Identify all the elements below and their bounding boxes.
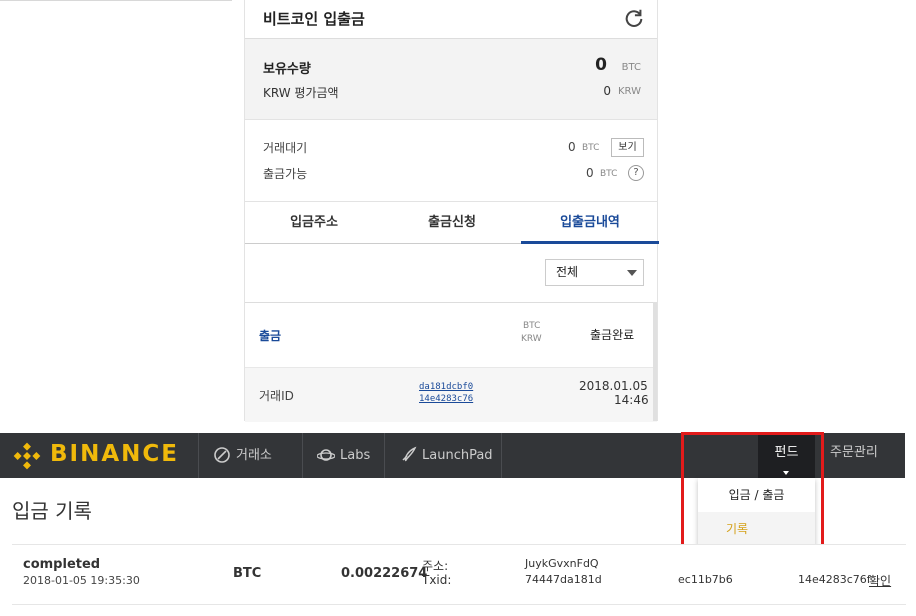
krw-label: KRW 평가금액	[263, 86, 339, 100]
txid-link-line2[interactable]: 14e4283c76	[419, 394, 483, 404]
history-detail-row: 거래ID da181dcbf0 14e4283c76 2018.01.05 14…	[245, 368, 657, 422]
history-time: 14:46	[614, 393, 649, 407]
scrollbar[interactable]	[653, 302, 657, 421]
nav-labs-label: Labs	[340, 448, 371, 463]
page-title: 입금 기록	[12, 499, 92, 523]
krw-value: 0	[603, 84, 611, 98]
available-unit: BTC	[600, 169, 618, 179]
nav-launchpad-label: LaunchPad	[422, 448, 493, 463]
deposit-coin: BTC	[233, 566, 262, 581]
filter-select[interactable]: 전체	[545, 259, 644, 286]
exchange-icon	[214, 447, 230, 463]
deposit-datetime: 2018-01-05 19:35:30	[23, 574, 140, 587]
highlight-box	[681, 432, 824, 557]
refresh-icon[interactable]	[623, 7, 645, 29]
view-button[interactable]: 보기	[611, 138, 644, 157]
confirm-link[interactable]: 확인	[869, 572, 891, 589]
panel-title: 비트코인 입출금	[263, 10, 365, 28]
deposit-txid-part2: ec11b7b6	[678, 573, 733, 586]
tab-withdraw-request[interactable]: 출금신청	[383, 202, 521, 244]
help-icon[interactable]: ?	[628, 165, 644, 181]
holdings-box: 보유수량 0 BTC KRW 평가금액 0 KRW	[245, 39, 657, 120]
holdings-unit: BTC	[621, 62, 641, 73]
history-type: 출금	[259, 329, 282, 343]
pending-unit: BTC	[582, 143, 600, 153]
pending-label: 거래대기	[263, 141, 308, 155]
txid-label: Txid:	[422, 573, 452, 587]
tab-history[interactable]: 입출금내역	[521, 202, 659, 244]
nav-launchpad[interactable]: LaunchPad	[384, 433, 502, 478]
nav-labs[interactable]: Labs	[302, 433, 384, 478]
chevron-down-icon	[627, 270, 637, 276]
deposit-txid-part3: 14e4283c76f	[798, 573, 871, 586]
krw-unit: KRW	[618, 86, 641, 97]
tab-bar: 입금주소 출금신청 입출금내역	[245, 201, 659, 244]
history-table: 출금 BTC KRW 출금완료 거래ID da181dcbf0 14e4283c…	[245, 302, 657, 422]
history-currency-krw: KRW	[521, 334, 542, 344]
nav-exchange[interactable]: 거래소	[198, 433, 302, 478]
holdings-value: 0	[595, 55, 607, 75]
holdings-label: 보유수량	[263, 62, 311, 77]
nav-exchange-label: 거래소	[236, 448, 272, 463]
history-status: 출금완료	[590, 328, 635, 342]
deposit-address: JuykGvxnFdQ	[525, 557, 599, 570]
tab-deposit-address[interactable]: 입금주소	[245, 202, 383, 244]
available-label: 출금가능	[263, 167, 308, 181]
pending-value: 0	[568, 140, 576, 154]
filter-value: 전체	[556, 265, 579, 279]
binance-logo-icon	[13, 442, 41, 470]
deposit-status: completed	[23, 557, 101, 572]
history-row: 출금 BTC KRW 출금완료	[245, 303, 657, 368]
txid-link-line1[interactable]: da181dcbf0	[419, 382, 483, 392]
address-label: 주소:	[422, 559, 449, 573]
rocket-icon	[402, 446, 417, 462]
bithumb-panel: 비트코인 입출금 보유수량 0 BTC KRW 평가금액 0 KRW 거래대기 …	[244, 0, 659, 422]
deposit-amount: 0.00222674	[341, 566, 428, 581]
history-date: 2018.01.05	[579, 379, 648, 393]
deposit-row: completed 2018-01-05 19:35:30 BTC 0.0022…	[12, 544, 906, 605]
brand-name[interactable]: BINANCE	[50, 441, 179, 467]
deposit-txid-part1: 74447da181dc	[525, 573, 601, 586]
orders-menu[interactable]: 주문관리	[830, 433, 878, 478]
txid-label: 거래ID	[259, 389, 294, 403]
history-currency-btc: BTC	[523, 321, 541, 331]
panel-header: 비트코인 입출금	[245, 0, 657, 39]
planet-icon	[317, 449, 335, 461]
available-value: 0	[586, 166, 594, 180]
top-divider	[0, 0, 232, 1]
